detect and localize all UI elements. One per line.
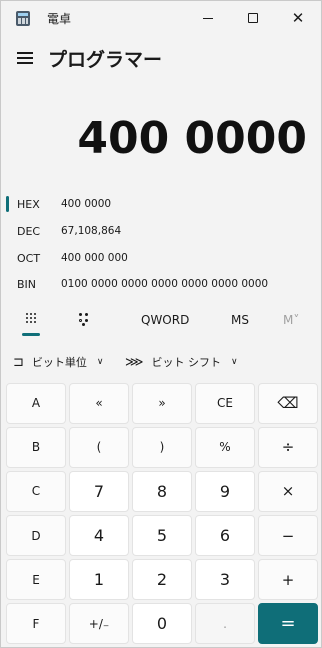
key-decimal: .: [195, 603, 255, 644]
bitshift-label: ビット シフト: [151, 356, 222, 369]
key-0[interactable]: 0: [132, 603, 192, 644]
radix-name: HEX: [17, 197, 40, 211]
key-8[interactable]: 8: [132, 471, 192, 512]
full-keypad-icon[interactable]: [25, 312, 39, 326]
key-6[interactable]: 6: [195, 515, 255, 556]
navigation-menu-button[interactable]: [17, 52, 34, 64]
radix-name: BIN: [17, 277, 37, 291]
radix-row-hex[interactable]: HEX 400 0000: [1, 191, 321, 217]
close-button[interactable]: ✕: [275, 1, 321, 35]
radix-name: OCT: [17, 251, 41, 265]
bit-shift-icon: ⋙: [125, 354, 144, 370]
radix-value: 400 000 000: [61, 252, 128, 264]
bitshift-dropdown[interactable]: ⋙ ビット シフト ∨: [125, 354, 238, 370]
key-backspace-icon[interactable]: ⌫: [258, 383, 318, 424]
key-subtract[interactable]: −: [258, 515, 318, 556]
window-title: 電卓: [47, 12, 72, 26]
key-3[interactable]: 3: [195, 559, 255, 600]
chevron-down-icon: ∨: [96, 357, 104, 367]
key-equals[interactable]: =: [258, 603, 318, 644]
memory-store-button[interactable]: MS: [231, 313, 249, 327]
key-7[interactable]: 7: [69, 471, 129, 512]
bitwise-row: ⊐ ビット単位 ∨ ⋙ ビット シフト ∨: [1, 351, 321, 377]
key-2[interactable]: 2: [132, 559, 192, 600]
radix-row-bin[interactable]: BIN 0100 0000 0000 0000 0000 0000 0000: [1, 271, 321, 297]
radix-value: 0100 0000 0000 0000 0000 0000 0000: [61, 278, 269, 290]
key-divide[interactable]: ÷: [258, 427, 318, 468]
key-right-shift[interactable]: »: [132, 383, 192, 424]
bit-toggle-keypad-icon[interactable]: [77, 312, 91, 326]
close-icon: ✕: [291, 8, 305, 27]
key-close-paren[interactable]: ): [132, 427, 192, 468]
hamburger-icon: [17, 52, 33, 54]
minimize-button[interactable]: [185, 1, 231, 35]
mode-tab-row: QWORD MS M˅: [1, 306, 321, 336]
key-left-shift[interactable]: «: [69, 383, 129, 424]
mode-title: プログラマー: [48, 49, 163, 71]
key-add[interactable]: +: [258, 559, 318, 600]
calculator-window: 電卓 ✕ プログラマー 400 0000 HEX 400 0000 DEC 67…: [0, 0, 322, 648]
selected-radix-indicator: [6, 196, 9, 212]
key-hex-a[interactable]: A: [6, 383, 66, 424]
key-hex-f[interactable]: F: [6, 603, 66, 644]
word-size-button[interactable]: QWORD: [141, 313, 189, 327]
minimize-icon: [203, 17, 213, 19]
key-modulo[interactable]: %: [195, 427, 255, 468]
maximize-button[interactable]: [230, 1, 276, 35]
key-open-paren[interactable]: (: [69, 427, 129, 468]
active-tab-indicator: [22, 333, 40, 336]
radix-name: DEC: [17, 224, 41, 238]
key-hex-d[interactable]: D: [6, 515, 66, 556]
bitwise-dropdown[interactable]: ⊐ ビット単位 ∨: [13, 354, 104, 370]
key-hex-c[interactable]: C: [6, 471, 66, 512]
calculator-app-icon: [16, 11, 30, 26]
radix-row-dec[interactable]: DEC 67,108,864: [1, 218, 321, 244]
logic-gate-icon: ⊐: [13, 354, 24, 370]
key-1[interactable]: 1: [69, 559, 129, 600]
key-hex-b[interactable]: B: [6, 427, 66, 468]
bitwise-label: ビット単位: [31, 356, 87, 369]
radix-value: 400 0000: [61, 198, 112, 210]
key-negate[interactable]: +/₋: [69, 603, 129, 644]
key-hex-e[interactable]: E: [6, 559, 66, 600]
keypad: A « » CE ⌫ B ( ) % ÷ C 7 8 9 × D 4 5 6 −…: [6, 383, 318, 644]
radix-value: 67,108,864: [61, 225, 122, 237]
key-multiply[interactable]: ×: [258, 471, 318, 512]
chevron-down-icon: ∨: [231, 357, 238, 367]
result-display: 400 0000: [77, 113, 307, 164]
maximize-icon: [248, 13, 258, 23]
key-clear-entry[interactable]: CE: [195, 383, 255, 424]
key-4[interactable]: 4: [69, 515, 129, 556]
radix-row-oct[interactable]: OCT 400 000 000: [1, 245, 321, 271]
memory-view-button[interactable]: M˅: [283, 313, 299, 327]
key-9[interactable]: 9: [195, 471, 255, 512]
title-bar: 電卓 ✕: [1, 1, 321, 35]
key-5[interactable]: 5: [132, 515, 192, 556]
